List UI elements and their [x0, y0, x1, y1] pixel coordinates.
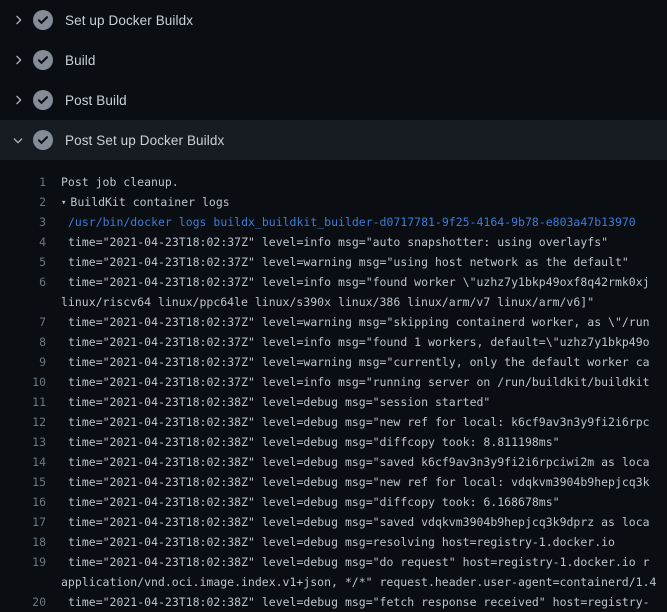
log-line-number[interactable]: 16	[0, 492, 46, 512]
log-row: 19 time="2021-04-23T18:02:38Z" level=deb…	[0, 552, 667, 572]
step-label: Post Build	[65, 93, 127, 108]
check-circle-icon	[33, 50, 53, 70]
log-line-text: time="2021-04-23T18:02:38Z" level=debug …	[46, 552, 650, 572]
log-line-number[interactable]: 3	[0, 212, 46, 232]
log-line-number[interactable]: 18	[0, 532, 46, 552]
log-line-text: time="2021-04-23T18:02:37Z" level=info m…	[46, 272, 650, 292]
log-line-number[interactable]	[0, 292, 46, 312]
log-line-text: linux/riscv64 linux/ppc64le linux/s390x …	[46, 292, 594, 312]
log-row: 8 time="2021-04-23T18:02:37Z" level=info…	[0, 332, 667, 352]
log-line-number[interactable]: 7	[0, 312, 46, 332]
log-row: 16 time="2021-04-23T18:02:38Z" level=deb…	[0, 492, 667, 512]
log-line-text: time="2021-04-23T18:02:37Z" level=warnin…	[46, 312, 650, 332]
log-line-number[interactable]: 9	[0, 352, 46, 372]
check-circle-icon	[33, 10, 53, 30]
log-group-toggle[interactable]: ▾ BuildKit container logs	[46, 192, 230, 212]
log-line-text: time="2021-04-23T18:02:38Z" level=debug …	[46, 592, 650, 612]
chevron-icon	[10, 132, 26, 148]
log-row: 6 time="2021-04-23T18:02:37Z" level=info…	[0, 272, 667, 292]
step-label: Build	[65, 53, 96, 68]
group-expanded-triangle-icon: ▾	[61, 193, 66, 213]
step-section-post-build[interactable]: Post Build	[0, 80, 667, 120]
log-line-number[interactable]: 6	[0, 272, 46, 292]
log-line-text: time="2021-04-23T18:02:37Z" level=warnin…	[46, 252, 629, 272]
log-row: 20 time="2021-04-23T18:02:38Z" level=deb…	[0, 592, 667, 612]
log-line-number[interactable]: 10	[0, 372, 46, 392]
log-line-number[interactable]: 2	[0, 192, 46, 212]
log-row: linux/riscv64 linux/ppc64le linux/s390x …	[0, 292, 667, 312]
log-line-number[interactable]: 20	[0, 592, 46, 612]
log-line-text: time="2021-04-23T18:02:38Z" level=debug …	[46, 432, 560, 452]
log-row: 1 Post job cleanup.	[0, 172, 667, 192]
log-line-number[interactable]: 15	[0, 472, 46, 492]
log-row: 12 time="2021-04-23T18:02:38Z" level=deb…	[0, 412, 667, 432]
log-line-text: /usr/bin/docker logs buildx_buildkit_bui…	[46, 212, 636, 232]
log-line-number[interactable]: 5	[0, 252, 46, 272]
log-line-number[interactable]: 17	[0, 512, 46, 532]
log-line-text: time="2021-04-23T18:02:38Z" level=debug …	[46, 512, 650, 532]
log-line-text: time="2021-04-23T18:02:38Z" level=debug …	[46, 532, 615, 552]
log-row: application/vnd.oci.image.index.v1+json,…	[0, 572, 667, 592]
step-section-set-up-docker-buildx[interactable]: Set up Docker Buildx	[0, 0, 667, 40]
step-label: Set up Docker Buildx	[65, 13, 193, 28]
log-line-text: time="2021-04-23T18:02:38Z" level=debug …	[46, 392, 490, 412]
log-line-number[interactable]: 11	[0, 392, 46, 412]
chevron-icon	[10, 52, 26, 68]
log-line-number[interactable]: 12	[0, 412, 46, 432]
log-line-number[interactable]: 19	[0, 552, 46, 572]
log-container: 1 Post job cleanup. 2 ▾ BuildKit containe…	[0, 160, 667, 612]
log-row: 4 time="2021-04-23T18:02:37Z" level=info…	[0, 232, 667, 252]
log-line-text: time="2021-04-23T18:02:38Z" level=debug …	[46, 492, 560, 512]
log-line-number[interactable]: 8	[0, 332, 46, 352]
steps-list: Set up Docker Buildx Build Post Build Po…	[0, 0, 667, 160]
log-group-label: BuildKit container logs	[70, 195, 229, 209]
log-row: 9 time="2021-04-23T18:02:37Z" level=warn…	[0, 352, 667, 372]
log-row: 11 time="2021-04-23T18:02:38Z" level=deb…	[0, 392, 667, 412]
log-row: 18 time="2021-04-23T18:02:38Z" level=deb…	[0, 532, 667, 552]
log-line-text: Post job cleanup.	[46, 172, 179, 192]
log-line-number[interactable]: 14	[0, 452, 46, 472]
log-row: 10 time="2021-04-23T18:02:37Z" level=inf…	[0, 372, 667, 392]
log-row: 3 /usr/bin/docker logs buildx_buildkit_b…	[0, 212, 667, 232]
log-line-text: time="2021-04-23T18:02:37Z" level=info m…	[46, 372, 650, 392]
check-circle-icon	[33, 90, 53, 110]
log-line-number[interactable]: 13	[0, 432, 46, 452]
log-row: 14 time="2021-04-23T18:02:38Z" level=deb…	[0, 452, 667, 472]
log-line-text: time="2021-04-23T18:02:37Z" level=info m…	[46, 332, 650, 352]
log-line-text: time="2021-04-23T18:02:37Z" level=info m…	[46, 232, 608, 252]
log-row: 5 time="2021-04-23T18:02:37Z" level=warn…	[0, 252, 667, 272]
log-line-number[interactable]: 4	[0, 232, 46, 252]
step-label: Post Set up Docker Buildx	[65, 133, 224, 148]
log-row: 2 ▾ BuildKit container logs	[0, 192, 667, 212]
step-section-post-set-up-docker-buildx[interactable]: Post Set up Docker Buildx	[0, 120, 667, 160]
log-row: 15 time="2021-04-23T18:02:38Z" level=deb…	[0, 472, 667, 492]
log-row: 17 time="2021-04-23T18:02:38Z" level=deb…	[0, 512, 667, 532]
chevron-icon	[10, 12, 26, 28]
log-line-text: time="2021-04-23T18:02:38Z" level=debug …	[46, 452, 650, 472]
log-line-text: time="2021-04-23T18:02:37Z" level=warnin…	[46, 352, 650, 372]
log-line-text: time="2021-04-23T18:02:38Z" level=debug …	[46, 412, 650, 432]
log-row: 13 time="2021-04-23T18:02:38Z" level=deb…	[0, 432, 667, 452]
log-line-number[interactable]	[0, 572, 46, 592]
log-line-number[interactable]: 1	[0, 172, 46, 192]
log-line-text: time="2021-04-23T18:02:38Z" level=debug …	[46, 472, 650, 492]
log-row: 7 time="2021-04-23T18:02:37Z" level=warn…	[0, 312, 667, 332]
check-circle-icon	[33, 130, 53, 150]
step-section-build[interactable]: Build	[0, 40, 667, 80]
log-line-text: application/vnd.oci.image.index.v1+json,…	[46, 572, 656, 592]
chevron-icon	[10, 92, 26, 108]
